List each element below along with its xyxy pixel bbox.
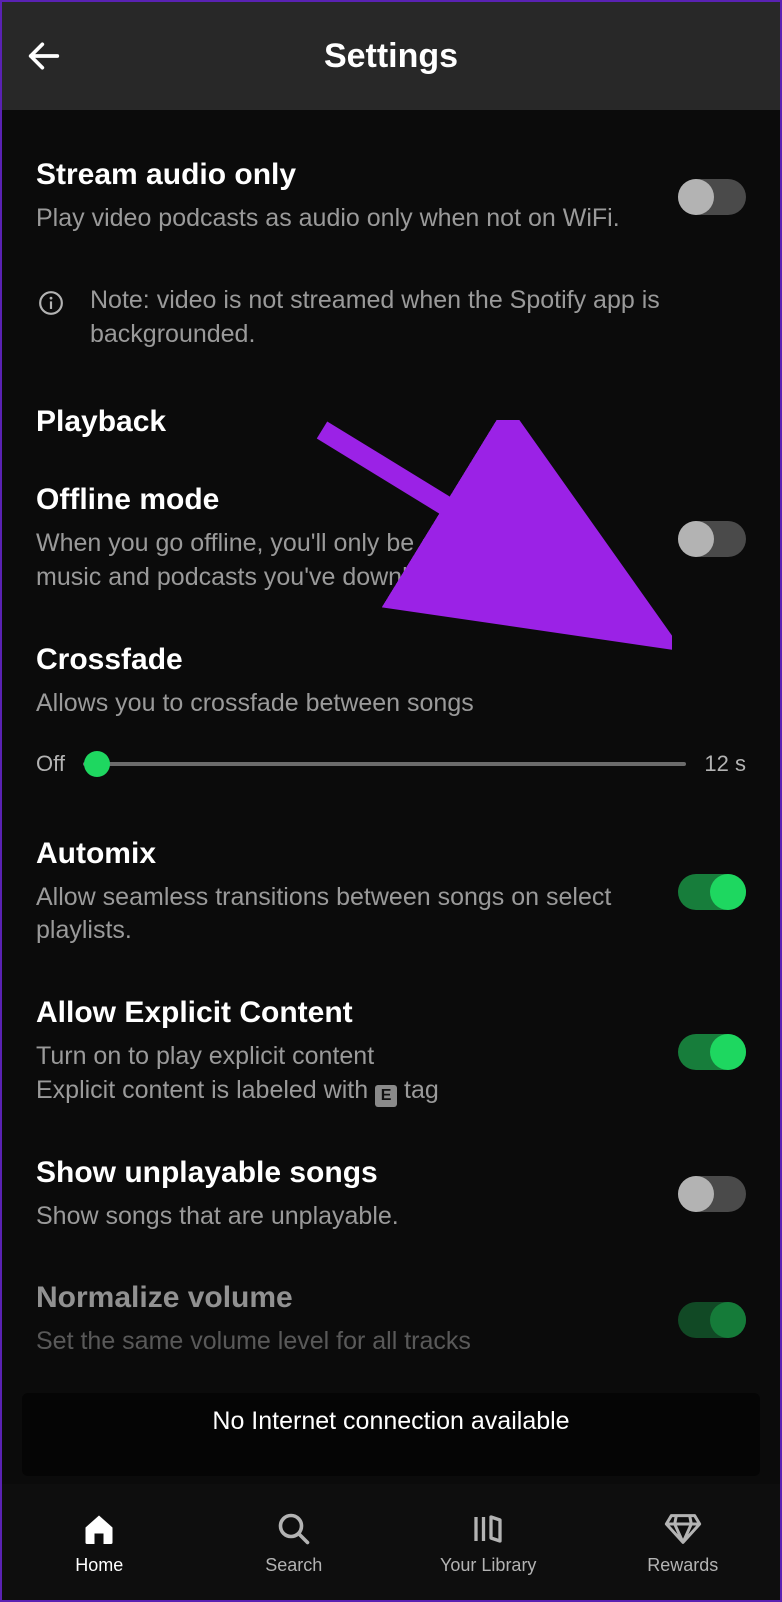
unplayable-desc: Show songs that are unplayable. bbox=[36, 1200, 648, 1234]
unplayable-toggle[interactable] bbox=[678, 1176, 746, 1212]
automix-toggle[interactable] bbox=[678, 874, 746, 910]
arrow-left-icon bbox=[24, 36, 64, 76]
setting-automix: Automix Allow seamless transitions betwe… bbox=[36, 837, 746, 949]
section-playback: Playback bbox=[36, 405, 746, 439]
setting-unplayable: Show unplayable songs Show songs that ar… bbox=[36, 1156, 746, 1234]
nav-rewards[interactable]: Rewards bbox=[586, 1484, 781, 1600]
setting-offline-mode: Offline mode When you go offline, you'll… bbox=[36, 483, 746, 595]
crossfade-title: Crossfade bbox=[36, 643, 746, 677]
info-note-text: Note: video is not streamed when the Spo… bbox=[90, 284, 746, 352]
unplayable-title: Show unplayable songs bbox=[36, 1156, 648, 1190]
stream-audio-desc: Play video podcasts as audio only when n… bbox=[36, 202, 648, 236]
crossfade-slider-thumb[interactable] bbox=[84, 751, 110, 777]
nav-search-label: Search bbox=[265, 1555, 322, 1576]
home-icon bbox=[79, 1509, 119, 1549]
nav-library[interactable]: Your Library bbox=[391, 1484, 586, 1600]
setting-stream-audio: Stream audio only Play video podcasts as… bbox=[36, 158, 746, 236]
normalize-title: Normalize volume bbox=[36, 1281, 648, 1315]
nav-home-label: Home bbox=[75, 1555, 123, 1576]
offline-desc: When you go offline, you'll only be able… bbox=[36, 527, 648, 595]
nav-search[interactable]: Search bbox=[197, 1484, 392, 1600]
explicit-desc-post: tag bbox=[397, 1076, 439, 1104]
settings-content: Stream audio only Play video podcasts as… bbox=[2, 110, 780, 1567]
stream-audio-toggle[interactable] bbox=[678, 179, 746, 215]
no-internet-banner: No Internet connection available bbox=[22, 1393, 760, 1476]
setting-normalize: Normalize volume Set the same volume lev… bbox=[36, 1281, 746, 1359]
header-bar: Settings bbox=[2, 2, 780, 110]
nav-library-label: Your Library bbox=[440, 1555, 536, 1576]
diamond-icon bbox=[663, 1509, 703, 1549]
explicit-title: Allow Explicit Content bbox=[36, 996, 648, 1030]
explicit-desc-line1: Turn on to play explicit content bbox=[36, 1042, 374, 1070]
normalize-toggle[interactable] bbox=[678, 1302, 746, 1338]
offline-title: Offline mode bbox=[36, 483, 648, 517]
offline-toggle[interactable] bbox=[678, 521, 746, 557]
search-icon bbox=[274, 1509, 314, 1549]
bottom-nav: Home Search Your Library Rewards bbox=[2, 1484, 780, 1600]
crossfade-desc: Allows you to crossfade between songs bbox=[36, 687, 746, 721]
automix-desc: Allow seamless transitions between songs… bbox=[36, 881, 648, 949]
explicit-e-icon: E bbox=[375, 1085, 397, 1107]
normalize-desc: Set the same volume level for all tracks bbox=[36, 1325, 648, 1359]
nav-rewards-label: Rewards bbox=[647, 1555, 718, 1576]
stream-audio-title: Stream audio only bbox=[36, 158, 648, 192]
info-icon bbox=[36, 288, 66, 318]
crossfade-slider-row: Off 12 s bbox=[36, 751, 746, 777]
info-note: Note: video is not streamed when the Spo… bbox=[36, 284, 746, 352]
explicit-desc-pre: Explicit content is labeled with bbox=[36, 1076, 375, 1104]
setting-explicit: Allow Explicit Content Turn on to play e… bbox=[36, 996, 746, 1108]
automix-title: Automix bbox=[36, 837, 648, 871]
page-title: Settings bbox=[22, 37, 760, 76]
explicit-toggle[interactable] bbox=[678, 1034, 746, 1070]
back-button[interactable] bbox=[24, 36, 64, 76]
library-icon bbox=[468, 1509, 508, 1549]
nav-home[interactable]: Home bbox=[2, 1484, 197, 1600]
crossfade-slider[interactable] bbox=[83, 762, 686, 766]
crossfade-min-label: Off bbox=[36, 751, 65, 777]
explicit-desc: Turn on to play explicit content Explici… bbox=[36, 1040, 648, 1108]
crossfade-max-label: 12 s bbox=[704, 751, 746, 777]
